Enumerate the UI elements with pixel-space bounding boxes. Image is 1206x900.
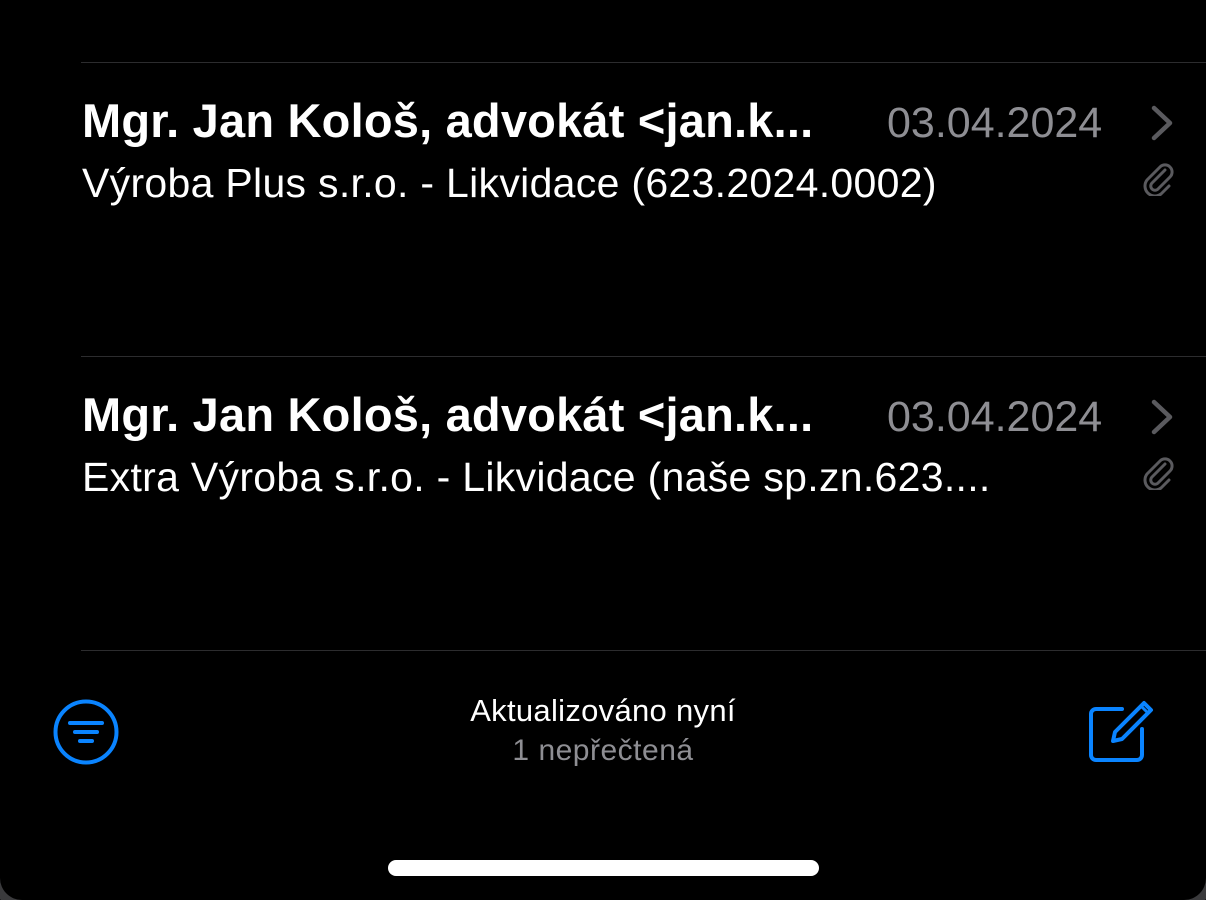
screen-corner xyxy=(0,870,30,900)
compose-icon xyxy=(1089,701,1153,762)
message-date: 03.04.2024 xyxy=(887,393,1103,441)
toolbar-status: Aktualizováno nyní 1 nepřečtená xyxy=(0,690,1206,770)
message-sender: Mgr. Jan Kološ, advokát <jan.k... xyxy=(82,388,814,441)
screen-corner xyxy=(1176,870,1206,900)
paperclip-icon xyxy=(1143,457,1174,490)
message-date: 03.04.2024 xyxy=(887,99,1103,147)
status-updated: Aktualizováno nyní xyxy=(470,693,736,728)
message-row[interactable]: Mgr. Jan Kološ, advokát <jan.k... 03.04.… xyxy=(0,63,1206,356)
message-subject: Extra Výroba s.r.o. - Likvidace (naše sp… xyxy=(82,454,991,500)
message-row[interactable]: Mgr. Jan Kološ, advokát <jan.k... 03.04.… xyxy=(0,357,1206,650)
message-sender: Mgr. Jan Kološ, advokát <jan.k... xyxy=(82,94,814,147)
home-indicator[interactable] xyxy=(388,860,819,876)
chevron-right-icon xyxy=(1151,105,1173,141)
chevron-right-icon xyxy=(1151,399,1173,435)
paperclip-icon xyxy=(1143,163,1174,196)
divider xyxy=(81,650,1206,651)
compose-button[interactable] xyxy=(1086,696,1156,764)
unread-count: 1 nepřečtená xyxy=(512,734,694,767)
message-subject: Výroba Plus s.r.o. - Likvidace (623.2024… xyxy=(82,160,937,206)
mail-screen: Mgr. Jan Kološ, advokát <jan.k... 03.04.… xyxy=(0,0,1206,900)
